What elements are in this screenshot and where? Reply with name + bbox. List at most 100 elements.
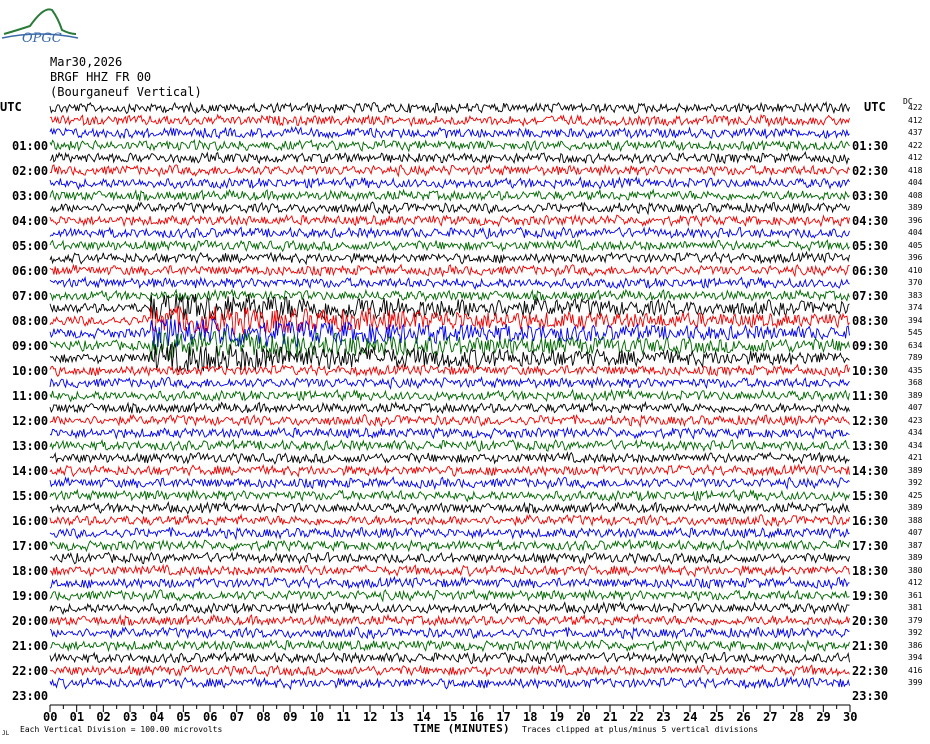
dc-offset-label: 399 <box>908 678 923 687</box>
x-tick-label: 30 <box>843 710 858 724</box>
trace-line-44 <box>49 651 850 665</box>
left-hour-label: 21:00 <box>12 638 49 653</box>
dc-offset-label: 412 <box>908 115 923 125</box>
trace-line-40 <box>49 601 850 616</box>
dc-offset-label: 392 <box>908 478 923 487</box>
dc-offset-label: 396 <box>908 215 923 225</box>
dc-offset-label: 394 <box>908 653 923 662</box>
dc-offset-label: 383 <box>908 290 923 300</box>
dc-offset-label: 410 <box>908 265 923 275</box>
right-hour-label: 01:30 <box>852 138 889 153</box>
x-tick-label: 18 <box>523 710 538 724</box>
x-tick-label: 26 <box>736 710 751 724</box>
left-hour-label: 11:00 <box>12 388 49 403</box>
right-hour-label: 23:30 <box>852 688 889 703</box>
location-label: (Bourganeuf Vertical) <box>50 85 202 99</box>
x-tick-label: 09 <box>283 710 298 724</box>
trace-line-30 <box>49 476 850 491</box>
x-tick-label: 02 <box>96 710 111 724</box>
station-label: BRGF HHZ FR 00 <box>50 70 152 84</box>
dc-offset-label: 789 <box>908 353 923 362</box>
trace-line-42 <box>49 626 850 641</box>
dc-offset-label: 404 <box>908 178 923 187</box>
dc-offset-label: 545 <box>908 328 923 337</box>
trace-line-33 <box>49 513 850 528</box>
dc-offset-label: 407 <box>908 528 923 537</box>
trace-line-7 <box>49 188 850 202</box>
trace-line-43 <box>49 638 850 653</box>
trace-line-13 <box>49 263 850 278</box>
x-tick-label: 29 <box>816 710 831 724</box>
trace-line-36 <box>49 551 850 565</box>
left-hour-label: 09:00 <box>12 338 49 353</box>
svg-text:OPGC: OPGC <box>22 31 62 46</box>
trace-line-39 <box>49 588 850 603</box>
dc-offset-label: 435 <box>908 365 923 375</box>
dc-offset-label: 422 <box>908 140 923 150</box>
dc-offset-label: 434 <box>908 440 923 450</box>
dc-offset-label: 381 <box>908 603 923 612</box>
right-hour-label: 16:30 <box>852 513 889 528</box>
dc-offset-label: 412 <box>908 153 923 162</box>
x-tick-label: 11 <box>336 710 351 724</box>
trace-line-2 <box>49 125 850 140</box>
trace-line-5 <box>50 163 850 178</box>
opgc-logo-icon: OPGC <box>1 8 79 46</box>
x-tick-label: 19 <box>549 710 565 724</box>
trace-line-28 <box>49 451 850 465</box>
x-tick-label: 01 <box>69 710 85 724</box>
dc-offset-label: 404 <box>908 228 923 237</box>
left-hour-label: 10:00 <box>12 363 49 378</box>
left-hour-label: 20:00 <box>12 613 49 628</box>
dc-offset-label: 370 <box>908 278 923 287</box>
trace-line-12 <box>49 250 850 266</box>
right-hour-label: 19:30 <box>852 588 889 603</box>
left-hour-label: 15:00 <box>12 488 49 503</box>
dc-offset-label: 416 <box>908 665 923 675</box>
x-tick-label: 21 <box>603 710 618 724</box>
trace-line-4 <box>49 151 850 166</box>
dc-offset-label: 386 <box>908 640 923 650</box>
trace-line-23 <box>49 388 850 403</box>
right-hour-label: 09:30 <box>852 338 889 353</box>
dc-offset-label: 423 <box>908 415 923 425</box>
trace-line-31 <box>49 488 850 503</box>
left-hour-label: 01:00 <box>12 138 49 153</box>
x-tick-label: 23 <box>656 710 671 724</box>
dc-offset-label: 389 <box>908 390 923 400</box>
trace-line-38 <box>49 575 850 591</box>
x-tick-label: 00 <box>43 710 58 724</box>
left-hour-label: 22:00 <box>12 663 49 678</box>
right-hour-label: 05:30 <box>852 238 889 253</box>
right-hour-label: 14:30 <box>852 463 889 478</box>
right-hour-label: 08:30 <box>852 313 889 328</box>
dc-offset-label: 437 <box>908 128 923 137</box>
trace-line-3 <box>49 138 850 153</box>
trace-line-15 <box>49 288 850 303</box>
dc-offset-label: 394 <box>908 315 923 325</box>
x-tick-label: 28 <box>789 710 805 724</box>
trace-line-8 <box>49 201 850 216</box>
right-hour-label: 22:30 <box>852 663 889 678</box>
dc-offset-label: 418 <box>908 165 923 175</box>
dc-offset-label: 389 <box>908 503 923 512</box>
dc-offset-label: 387 <box>908 540 923 550</box>
x-tick-label: 08 <box>256 710 271 724</box>
trace-line-46 <box>49 675 850 691</box>
x-tick-label: 24 <box>683 710 698 724</box>
vertical-division-note: Each Vertical Division = 100.00 microvol… <box>20 725 223 734</box>
x-tick-label: 07 <box>229 710 245 724</box>
left-hour-label: 18:00 <box>12 563 49 578</box>
x-tick-label: 13 <box>389 710 405 724</box>
x-tick-label: 05 <box>176 710 191 724</box>
left-hour-label: 17:00 <box>12 538 49 553</box>
trace-line-9 <box>49 213 850 228</box>
right-hour-label: 15:30 <box>852 488 889 503</box>
x-tick-label: 03 <box>123 710 138 724</box>
trace-line-32 <box>49 501 850 515</box>
left-hour-label: 07:00 <box>12 288 49 303</box>
trace-line-41 <box>49 613 850 627</box>
right-hour-label: 20:30 <box>852 613 889 628</box>
left-hour-label: 04:00 <box>12 213 49 228</box>
utc-right-label: UTC <box>864 100 886 114</box>
